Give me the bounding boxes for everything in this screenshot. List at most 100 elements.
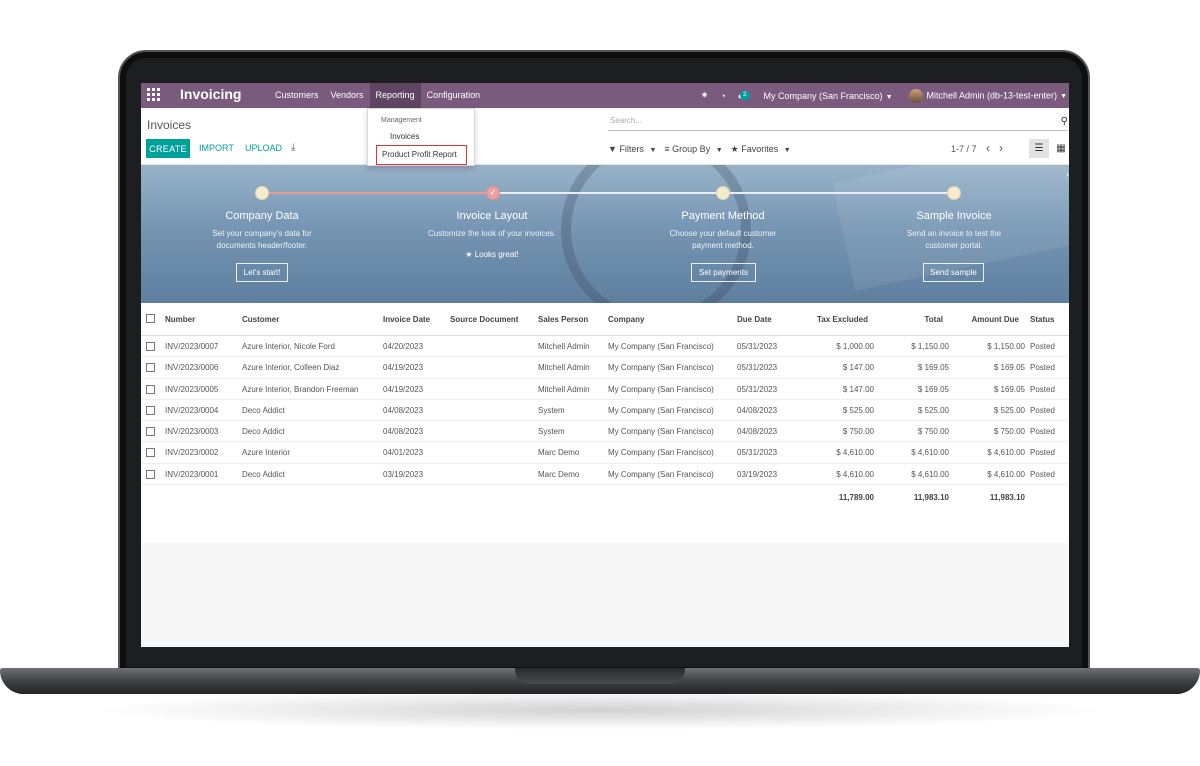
cell-amount-due: $ 169.05	[993, 363, 1025, 373]
bug-icon[interactable]: ✷	[701, 90, 709, 101]
column-status[interactable]: Status	[1030, 303, 1054, 336]
cell-total: $ 169.05	[917, 384, 949, 394]
table-row[interactable]: INV/2023/0001 Deco Addict 03/19/2023 Marc D…	[141, 464, 1069, 486]
column-number[interactable]: Number	[165, 303, 195, 336]
download-icon[interactable]: ⤓	[291, 142, 295, 153]
create-button[interactable]: CREATE	[146, 139, 190, 158]
cell-amount-due: $ 750.00	[993, 427, 1025, 437]
menu-customers[interactable]: Customers	[269, 83, 325, 108]
caret-down-icon: ▼	[783, 147, 791, 154]
select-all-checkbox[interactable]	[146, 314, 155, 323]
total-amount-due: 11,983.10	[989, 493, 1025, 503]
menu-item-invoices[interactable]: Invoices	[390, 132, 419, 141]
row-checkbox[interactable]	[146, 469, 155, 479]
column-source-document[interactable]: Source Document	[450, 303, 518, 336]
apps-menu-icon[interactable]	[147, 88, 160, 101]
menu-vendors[interactable]: Vendors	[325, 83, 370, 108]
lets-start-button[interactable]: Let's start!	[236, 263, 288, 282]
cell-tax-excluded: $ 750.00	[842, 427, 874, 437]
user-menu[interactable]: Mitchell Admin (db-13-test-enter) ▼	[908, 88, 1067, 103]
chat-icon[interactable]: ●2	[738, 90, 750, 101]
cell-due-date: 04/08/2023	[737, 405, 778, 415]
row-checkbox[interactable]	[146, 342, 155, 351]
list-view-button[interactable]: ☰	[1029, 139, 1049, 158]
search-input[interactable]: Search... ⚲	[608, 116, 1068, 131]
step-dot	[255, 186, 269, 200]
column-company[interactable]: Company	[608, 303, 644, 336]
caret-down-icon: ▼	[885, 93, 893, 101]
control-panel: Invoices CREATE IMPORT UPLOAD ⤓ Search..…	[141, 108, 1069, 165]
cell-salesperson: Marc Demo	[538, 469, 580, 479]
column-amount-due[interactable]: Amount Due	[956, 303, 1019, 336]
send-sample-button[interactable]: Send sample	[923, 263, 984, 282]
menu-item-product-profit-report[interactable]: Product Profit Report	[376, 145, 467, 165]
cell-total: $ 750.00	[917, 427, 949, 437]
pager-nav: ‹ ›	[986, 141, 1012, 155]
cell-total: $ 169.05	[917, 363, 949, 373]
filters-dropdown[interactable]: ▼ Filters ▼	[608, 144, 656, 155]
menu-configuration[interactable]: Configuration	[421, 83, 487, 108]
search-icon[interactable]: ⚲	[1061, 116, 1068, 127]
cell-salesperson: System	[538, 427, 565, 437]
step-dot-done: ✓	[486, 186, 500, 200]
set-payments-button[interactable]: Set payments	[691, 263, 756, 282]
cell-customer: Deco Addict	[242, 427, 285, 437]
favorites-dropdown[interactable]: ★ Favorites ▼	[731, 144, 791, 155]
cell-status: Posted	[1030, 384, 1055, 394]
dropdown-header: Management	[381, 117, 422, 124]
cell-salesperson: Mitchell Admin	[538, 363, 590, 373]
cell-tax-excluded: $ 147.00	[842, 384, 874, 394]
column-sales-person[interactable]: Sales Person	[538, 303, 588, 336]
cell-invoice-date: 04/08/2023	[383, 405, 424, 415]
group-by-dropdown[interactable]: ≡ Group By ▼	[664, 144, 722, 155]
cell-tax-excluded: $ 4,610.00	[836, 448, 874, 458]
column-due-date[interactable]: Due Date	[737, 303, 772, 336]
table-row[interactable]: INV/2023/0007 Azure Interior, Nicole Ford…	[141, 336, 1069, 358]
import-button[interactable]: IMPORT	[199, 139, 234, 158]
cell-total: $ 4,610.00	[911, 469, 949, 479]
avatar	[908, 88, 923, 103]
table-row[interactable]: INV/2023/0004 Deco Addict 04/08/2023 System…	[141, 400, 1069, 422]
row-checkbox[interactable]	[146, 405, 155, 415]
row-checkbox[interactable]	[146, 448, 155, 458]
step-desc: customer portal.	[925, 241, 983, 250]
cell-number: INV/2023/0007	[165, 342, 219, 351]
row-checkbox[interactable]	[146, 384, 155, 394]
upload-button[interactable]: UPLOAD	[245, 139, 282, 158]
column-customer[interactable]: Customer	[242, 303, 279, 336]
cell-customer: Azure Interior	[242, 448, 291, 458]
clock-icon[interactable]: ◔	[720, 91, 725, 101]
cell-customer: Deco Addict	[242, 469, 285, 479]
cell-invoice-date: 04/19/2023	[383, 363, 424, 373]
laptop-notch	[515, 668, 685, 684]
pager-value[interactable]: 1-7 / 7	[951, 144, 977, 154]
step-desc: Set your company's data for	[212, 229, 312, 238]
column-total[interactable]: Total	[881, 303, 943, 336]
column-tax-excluded[interactable]: Tax Excluded	[801, 303, 868, 336]
row-checkbox[interactable]	[146, 427, 155, 437]
company-switcher[interactable]: My Company (San Francisco) ▼	[764, 91, 893, 101]
star-icon: ★	[730, 144, 739, 154]
row-checkbox[interactable]	[146, 363, 155, 373]
table-row[interactable]: INV/2023/0003 Deco Addict 04/08/2023 System…	[141, 421, 1069, 443]
cell-number: INV/2023/0003	[165, 427, 219, 437]
kanban-view-button[interactable]: ▦	[1053, 139, 1069, 158]
table-row[interactable]: INV/2023/0006 Azure Interior, Colleen Dia…	[141, 357, 1069, 379]
table-row[interactable]: INV/2023/0002 Azure Interior 04/01/2023 Mar…	[141, 442, 1069, 464]
main-menu: Customers Vendors Reporting Configuratio…	[269, 83, 486, 108]
chevron-right-icon[interactable]: ›	[999, 141, 1003, 155]
star-icon: ★	[465, 250, 473, 259]
step-desc: documents header/footer.	[216, 241, 308, 250]
menu-reporting[interactable]: Reporting	[369, 83, 421, 108]
chevron-left-icon[interactable]: ‹	[986, 141, 990, 155]
cell-invoice-date: 04/01/2023	[383, 448, 424, 458]
table-row[interactable]: INV/2023/0005 Azure Interior, Brandon Fre…	[141, 379, 1069, 400]
close-banner-icon[interactable]: ›	[1066, 169, 1069, 179]
app-brand[interactable]: Invoicing	[180, 86, 241, 102]
cell-salesperson: Marc Demo	[538, 448, 580, 458]
reporting-dropdown: Management Invoices Product Profit Repor…	[367, 108, 475, 166]
column-invoice-date[interactable]: Invoice Date	[383, 303, 430, 336]
caret-down-icon: ▼	[649, 147, 657, 154]
table-totals: 11,789.00 11,983.10 11,983.10	[141, 485, 1069, 511]
empty-area	[141, 543, 1069, 647]
